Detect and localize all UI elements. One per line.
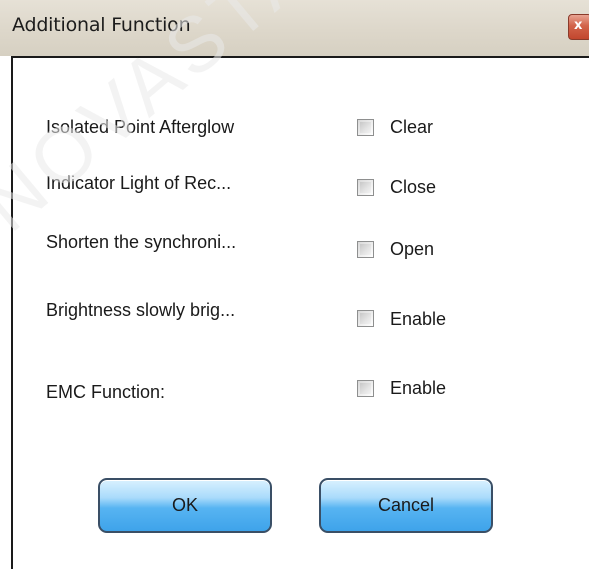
ok-button[interactable]: OK xyxy=(98,478,272,533)
open-checkbox[interactable] xyxy=(357,241,374,258)
emc-enable-label[interactable]: Enable xyxy=(390,378,446,399)
close-icon: x xyxy=(574,18,583,33)
clear-checkbox-label[interactable]: Clear xyxy=(390,117,433,138)
dialog-title: Additional Function xyxy=(12,14,191,36)
open-checkbox-label[interactable]: Open xyxy=(390,239,434,260)
close-checkbox[interactable] xyxy=(357,179,374,196)
brightness-enable-checkbox[interactable] xyxy=(357,310,374,327)
shorten-synchronization-label: Shorten the synchroni... xyxy=(46,232,237,252)
isolated-point-afterglow-label: Isolated Point Afterglow xyxy=(46,117,235,137)
close-button[interactable]: x xyxy=(568,14,589,40)
brightness-enable-label[interactable]: Enable xyxy=(390,309,446,330)
clear-checkbox[interactable] xyxy=(357,119,374,136)
brightness-slowly-brighten-label: Brightness slowly brig... xyxy=(46,300,236,320)
emc-enable-checkbox[interactable] xyxy=(357,380,374,397)
cancel-button[interactable]: Cancel xyxy=(319,478,493,533)
additional-function-dialog: Additional Function x Isolated Point Aft… xyxy=(0,0,589,569)
title-bar: Additional Function x xyxy=(0,0,589,56)
indicator-light-label: Indicator Light of Rec... xyxy=(46,173,232,193)
emc-function-label: EMC Function: xyxy=(46,382,166,402)
close-checkbox-label[interactable]: Close xyxy=(390,177,436,198)
